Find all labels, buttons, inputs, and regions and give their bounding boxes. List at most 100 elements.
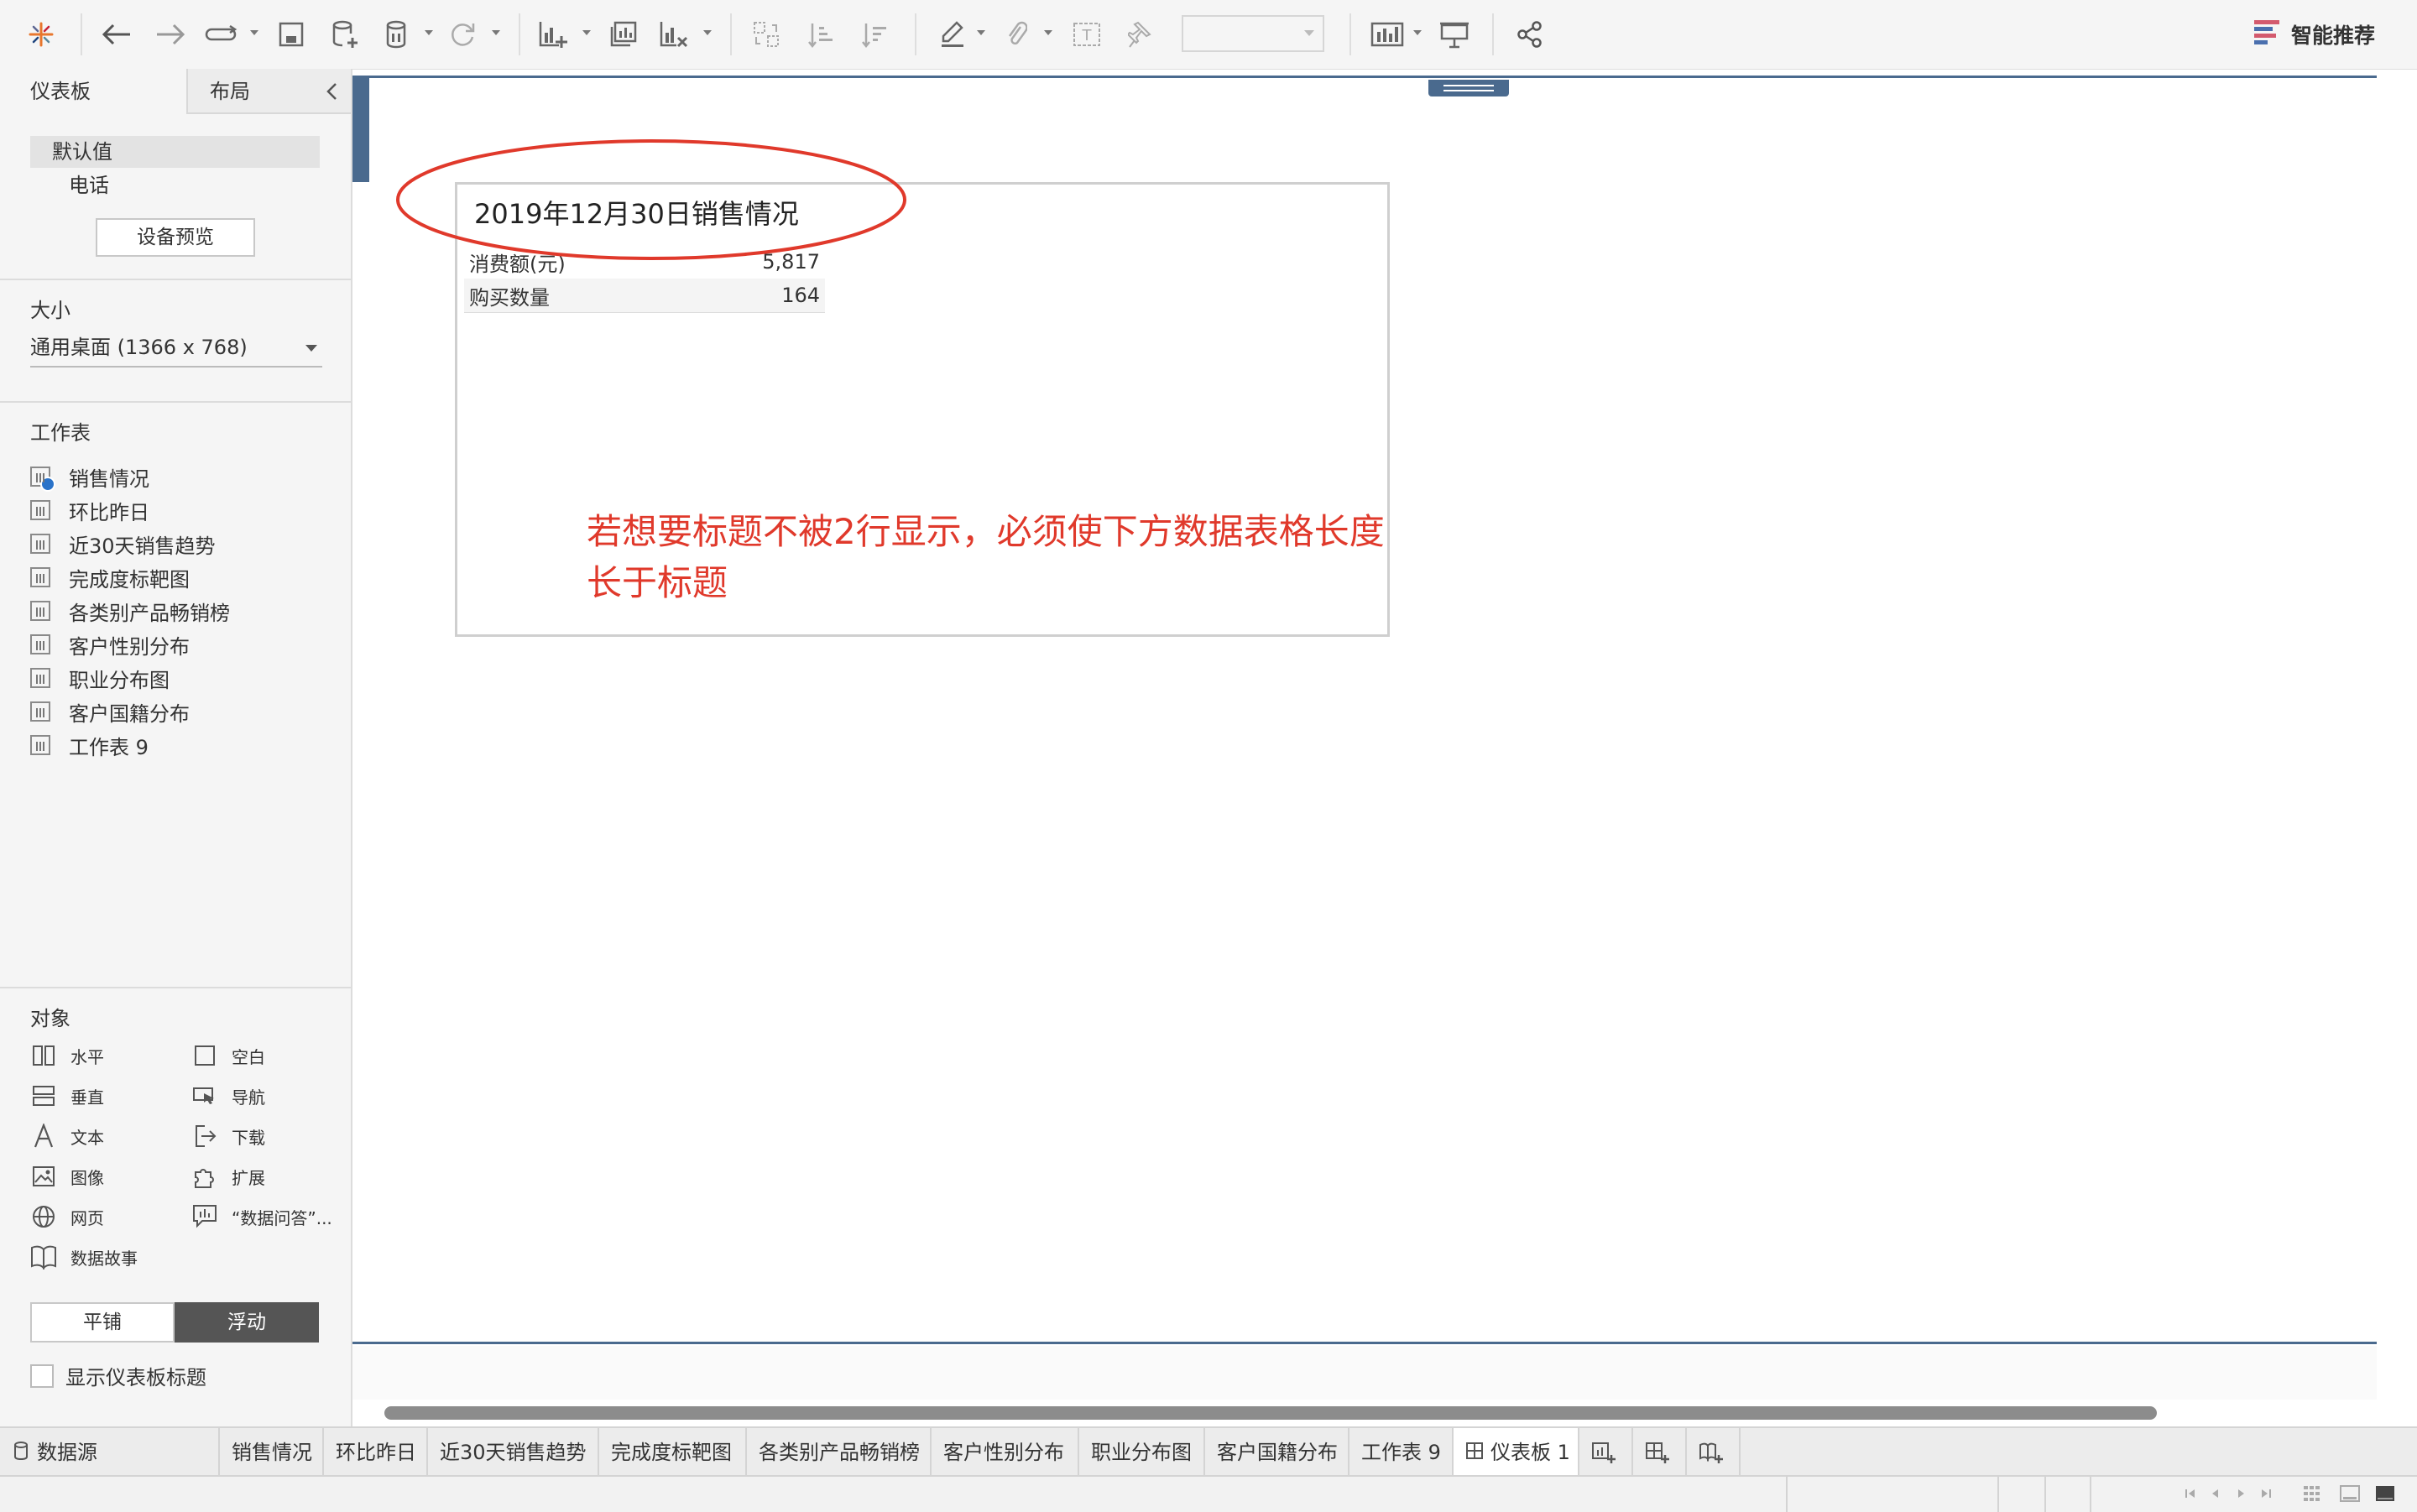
pin-icon[interactable] [1121,15,1160,54]
dashboard-icon [1465,1429,1484,1478]
size-select[interactable]: 通用桌面 (1366 x 768) [30,331,322,368]
highlight-icon[interactable] [933,15,972,54]
show-me-dropdown-icon[interactable] [1413,30,1422,35]
worksheet-item[interactable]: 近30天销售趋势 [30,527,230,560]
object-label: 数据故事 [70,1248,138,1269]
refresh-icon[interactable] [443,15,482,54]
tiled-toggle[interactable]: 平铺 [30,1302,175,1343]
smart-recommend-icon [2253,18,2281,50]
tableau-logo-icon[interactable] [22,15,60,54]
replay-dropdown-icon[interactable] [250,30,258,35]
horizontal-container-icon [30,1042,57,1069]
highlight-dropdown-icon[interactable] [977,30,985,35]
new-story-tab-icon[interactable] [1687,1428,1741,1477]
device-default[interactable]: 默认值 [30,136,320,168]
object-navigation[interactable]: 导航 [191,1082,265,1109]
sheet-tab[interactable]: 近30天销售趋势 [428,1428,599,1477]
group-dropdown-icon[interactable] [1044,30,1052,35]
worksheet-item[interactable]: 工作表 9 [30,728,230,762]
object-ask-data[interactable]: “数据问答”... [191,1203,332,1230]
new-worksheet-icon[interactable] [534,15,572,54]
object-text[interactable]: 文本 [30,1123,104,1150]
object-vertical[interactable]: 垂直 [30,1082,104,1109]
clear-sheet-icon[interactable] [655,15,693,54]
collapse-panel-icon[interactable] [324,81,341,106]
objects-title: 对象 [30,1007,70,1030]
drag-handle-icon[interactable] [1428,80,1509,96]
grid-view-icon[interactable] [2303,1485,2321,1505]
new-worksheet-tab-icon[interactable] [1579,1428,1633,1477]
sheet-tab[interactable]: 完成度标靶图 [599,1428,747,1477]
first-page-icon[interactable] [2184,1487,2197,1504]
tab-dashboard[interactable]: 仪表板 [0,69,186,114]
share-icon[interactable] [1511,15,1549,54]
presentation-icon[interactable] [1435,15,1474,54]
worksheet-item[interactable]: 环比昨日 [30,493,230,527]
new-sheet-dropdown-icon[interactable] [582,30,591,35]
undo-icon[interactable] [97,15,136,54]
object-label: 扩展 [232,1167,265,1188]
object-horizontal[interactable]: 水平 [30,1042,104,1069]
new-datasource-icon[interactable] [326,15,364,54]
sheet-tab[interactable]: 销售情况 [220,1428,324,1477]
sort-ascending-icon[interactable] [802,15,841,54]
object-label: 网页 [70,1207,104,1228]
worksheet-list: 销售情况 环比昨日 近30天销售趋势 完成度标靶图 各类别产品畅销榜 客户性别分… [30,460,230,762]
object-image[interactable]: 图像 [30,1163,104,1190]
refresh-dropdown-icon[interactable] [492,30,500,35]
duplicate-sheet-icon[interactable] [604,15,643,54]
worksheet-item[interactable]: 各类别产品畅销榜 [30,594,230,628]
next-page-icon[interactable] [2234,1487,2247,1504]
save-icon[interactable] [272,15,311,54]
datasource-tab[interactable]: 数据源 [0,1428,220,1477]
object-story[interactable]: 数据故事 [30,1243,138,1270]
row-label: 购买数量 [469,285,550,310]
show-labels-icon[interactable]: T [1068,15,1106,54]
clear-dropdown-icon[interactable] [703,30,712,35]
pause-dropdown-icon[interactable] [425,30,433,35]
sheet-tab[interactable]: 工作表 9 [1349,1428,1454,1477]
new-dashboard-tab-icon[interactable] [1633,1428,1687,1477]
show-me-icon[interactable] [1366,15,1408,54]
object-extension[interactable]: 扩展 [191,1163,265,1190]
sort-descending-icon[interactable] [856,15,895,54]
object-download[interactable]: 下载 [191,1123,265,1150]
replay-icon[interactable] [201,15,243,54]
toolbar: T 智能推荐 [0,0,2417,70]
prev-page-icon[interactable] [2209,1487,2222,1504]
pause-datasource-icon[interactable] [378,15,416,54]
dashboard-tab-active[interactable]: 仪表板 1 [1454,1428,1579,1477]
worksheet-label: 客户性别分布 [69,634,190,659]
sheet-tab[interactable]: 环比昨日 [324,1428,428,1477]
worksheet-icon [30,601,50,621]
last-page-icon[interactable] [2259,1487,2273,1504]
show-dashboard-title-checkbox[interactable]: 显示仪表板标题 [30,1361,206,1390]
fit-select[interactable] [1182,15,1324,52]
object-blank[interactable]: 空白 [191,1042,265,1069]
side-handle[interactable] [352,78,369,182]
download-icon [191,1123,218,1150]
redo-icon[interactable] [151,15,190,54]
filmstrip-view-icon[interactable] [2340,1485,2360,1505]
group-icon[interactable] [997,15,1036,54]
sheet-tab[interactable]: 客户性别分布 [932,1428,1079,1477]
device-phone[interactable]: 电话 [69,169,109,201]
worksheet-item[interactable]: 客户国籍分布 [30,695,230,728]
worksheet-icon [30,634,50,654]
sheet-tab[interactable]: 各类别产品畅销榜 [747,1428,932,1477]
sheet-tab[interactable]: 职业分布图 [1079,1428,1205,1477]
dashboard-canvas[interactable]: 2019年12月30日销售情况 消费额(元) 5,817 购买数量 164 若想… [352,76,2377,1344]
floating-toggle[interactable]: 浮动 [175,1302,319,1343]
annotation-ellipse [396,139,906,260]
worksheet-item[interactable]: 客户性别分布 [30,628,230,661]
worksheet-item[interactable]: 完成度标靶图 [30,560,230,594]
sheet-tab[interactable]: 客户国籍分布 [1205,1428,1349,1477]
tab-view-icon[interactable] [2375,1485,2395,1505]
object-webpage[interactable]: 网页 [30,1203,104,1230]
horizontal-scrollbar[interactable] [384,1406,2157,1420]
device-preview-button[interactable]: 设备预览 [96,218,255,257]
worksheet-item[interactable]: 职业分布图 [30,661,230,695]
worksheet-item[interactable]: 销售情况 [30,460,230,493]
smart-recommend-button[interactable]: 智能推荐 [2253,17,2375,52]
swap-icon[interactable] [747,15,786,54]
